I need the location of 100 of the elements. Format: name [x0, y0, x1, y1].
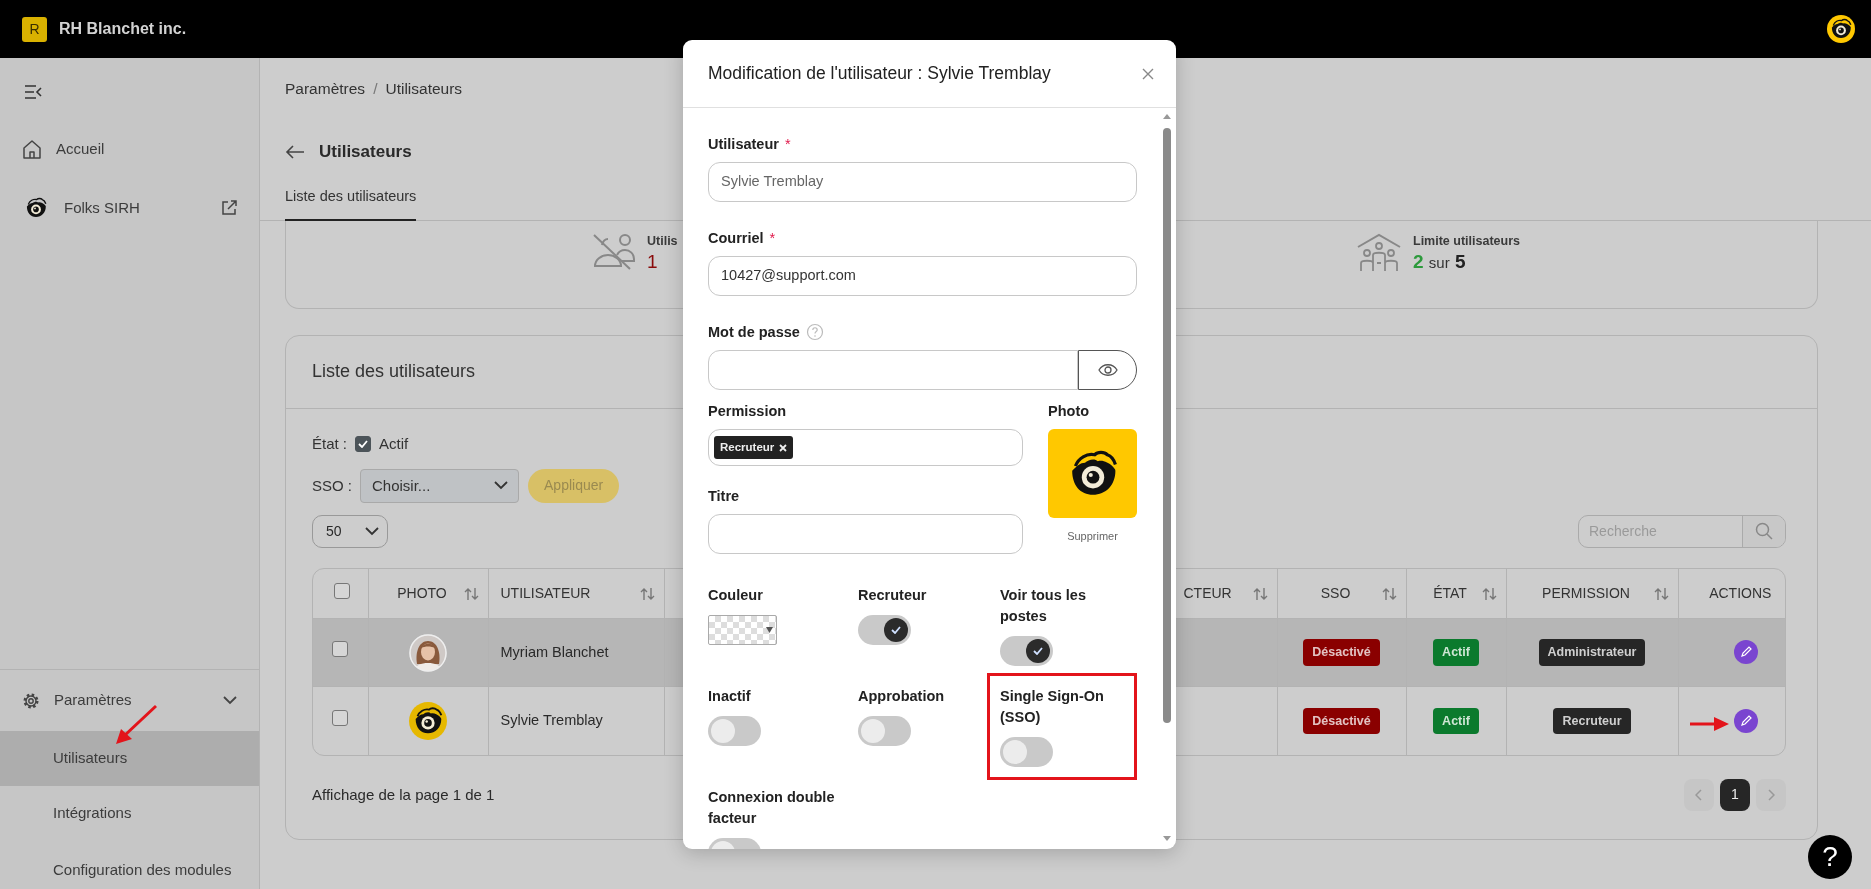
password-field[interactable] [708, 350, 1078, 390]
field-label: Courriel [708, 229, 764, 248]
input-field[interactable] [708, 514, 1023, 554]
table-cell: Myriam Blanchet [500, 643, 609, 660]
permission-tag: Recruteur [714, 435, 794, 460]
checkbox[interactable] [332, 641, 349, 658]
sidebar-subitem[interactable]: Configuration des modules [0, 841, 259, 889]
checkbox[interactable] [332, 709, 349, 726]
column-header[interactable]: CTEUR [1183, 583, 1232, 604]
checkbox[interactable] [334, 582, 351, 599]
check-icon [891, 626, 901, 634]
company-name: RH Blanchet inc. [59, 19, 187, 39]
sidebar-section[interactable]: Paramètres [0, 670, 259, 731]
page-size-select[interactable]: 50 [312, 514, 388, 548]
sso-select[interactable]: Choisir... [360, 468, 519, 503]
pencil-icon [1740, 714, 1753, 727]
remove-photo-link[interactable]: Supprimer [1048, 528, 1137, 545]
option-label: Couleur [708, 586, 764, 605]
sort-icon[interactable] [1481, 586, 1498, 601]
help-button[interactable]: ? [1808, 835, 1852, 879]
toggle-switch[interactable] [858, 615, 911, 645]
edit-button[interactable] [1734, 640, 1759, 665]
checkbox-label[interactable]: Actif [379, 432, 409, 455]
option-label: Connexion double facteur [708, 788, 836, 828]
field-label: Photo [1048, 402, 1090, 421]
scroll-down-icon[interactable] [1163, 836, 1171, 841]
pagination-summary: Affichage de la page 1 de 1 [312, 784, 495, 805]
option-label: Inactif [708, 687, 752, 706]
sort-icon[interactable] [1381, 586, 1398, 601]
chevron-down-icon [494, 481, 508, 491]
field-label: Mot de passe [708, 323, 800, 342]
input-field[interactable]: 10427@support.com [708, 256, 1137, 296]
user-avatar-icon[interactable] [1827, 15, 1855, 43]
breadcrumb-separator: / [373, 79, 378, 99]
home-icon [22, 139, 42, 159]
show-password-button[interactable] [1078, 350, 1137, 390]
column-header[interactable]: PHOTO [380, 583, 464, 604]
chevron-left-icon [1695, 788, 1703, 801]
sort-icon[interactable] [1653, 586, 1670, 601]
stat-label: Utilis [647, 232, 678, 249]
required-mark: * [769, 229, 776, 248]
column-header[interactable]: ÉTAT [1418, 583, 1482, 604]
edit-button[interactable] [1734, 708, 1759, 733]
company-logo: R [22, 16, 47, 42]
toggle-switch[interactable] [858, 716, 911, 746]
sort-icon[interactable] [639, 586, 656, 601]
status-badge: Désactivé [1303, 707, 1380, 735]
permission-field[interactable]: Recruteur [708, 429, 1023, 466]
sidebar-subitem[interactable]: Intégrations [0, 786, 259, 841]
column-header[interactable]: UTILISATEUR [500, 583, 591, 604]
field-label: Titre [708, 487, 740, 506]
stat-value: 2 sur 5 [1413, 249, 1467, 274]
sidebar-subitem[interactable]: Utilisateurs [0, 731, 259, 786]
page-title: Utilisateurs [319, 141, 412, 163]
toggle-switch[interactable] [1000, 636, 1053, 666]
required-mark: * [784, 135, 791, 154]
help-icon[interactable] [805, 323, 824, 341]
page-button[interactable]: 1 [1720, 778, 1750, 811]
collapse-menu-icon[interactable] [24, 85, 42, 100]
role-badge: Administrateur [1538, 639, 1646, 667]
stat-value: 1 [647, 249, 659, 274]
sidebar-item[interactable]: Folks SIRH [0, 178, 259, 238]
column-header[interactable]: ACTIONS [1690, 583, 1785, 604]
chevron-right-icon [1767, 788, 1775, 801]
close-icon [1142, 68, 1154, 81]
remove-icon[interactable] [779, 443, 788, 452]
sidebar-item[interactable]: Accueil [0, 119, 259, 179]
users-house-icon [1356, 232, 1402, 273]
status-badge: Actif [1433, 639, 1479, 667]
sort-icon[interactable] [1252, 586, 1269, 601]
column-header[interactable]: SSO [1289, 583, 1382, 604]
field-label: Utilisateur [708, 135, 779, 154]
breadcrumb-link[interactable]: Paramètres [285, 78, 366, 100]
scroll-up-icon[interactable] [1163, 114, 1171, 119]
search-icon[interactable] [1755, 522, 1773, 541]
external-link-icon[interactable] [221, 200, 237, 216]
column-header[interactable]: PERMISSION [1518, 583, 1654, 604]
option-label: Recruteur [858, 586, 928, 605]
check-icon [1033, 647, 1043, 655]
status-badge: Désactivé [1303, 639, 1380, 667]
user-off-icon [592, 232, 636, 271]
color-picker[interactable] [708, 615, 777, 645]
sort-icon[interactable] [463, 586, 480, 601]
option-label: Single Sign-On (SSO) [1000, 687, 1105, 727]
toggle-switch[interactable] [1000, 737, 1053, 767]
checkbox[interactable] [355, 435, 372, 452]
tab[interactable]: Liste des utilisateurs [285, 177, 417, 221]
back-arrow-icon[interactable] [285, 145, 305, 159]
filter-label: SSO : [312, 475, 352, 496]
check-icon [358, 439, 369, 448]
status-badge: Actif [1433, 707, 1479, 735]
filter-label: État : [312, 433, 348, 454]
avatar-logo-icon [409, 702, 447, 740]
card-title: Liste des utilisateurs [312, 360, 476, 384]
settings-icon [22, 691, 40, 710]
dialog-title: Modification de l'utilisateur : Sylvie Tremblay [708, 62, 1051, 86]
chevron-down-icon [365, 526, 379, 536]
chevron-down-icon [223, 696, 237, 705]
option-label: Approbation [858, 687, 946, 706]
toggle-switch[interactable] [708, 716, 761, 746]
